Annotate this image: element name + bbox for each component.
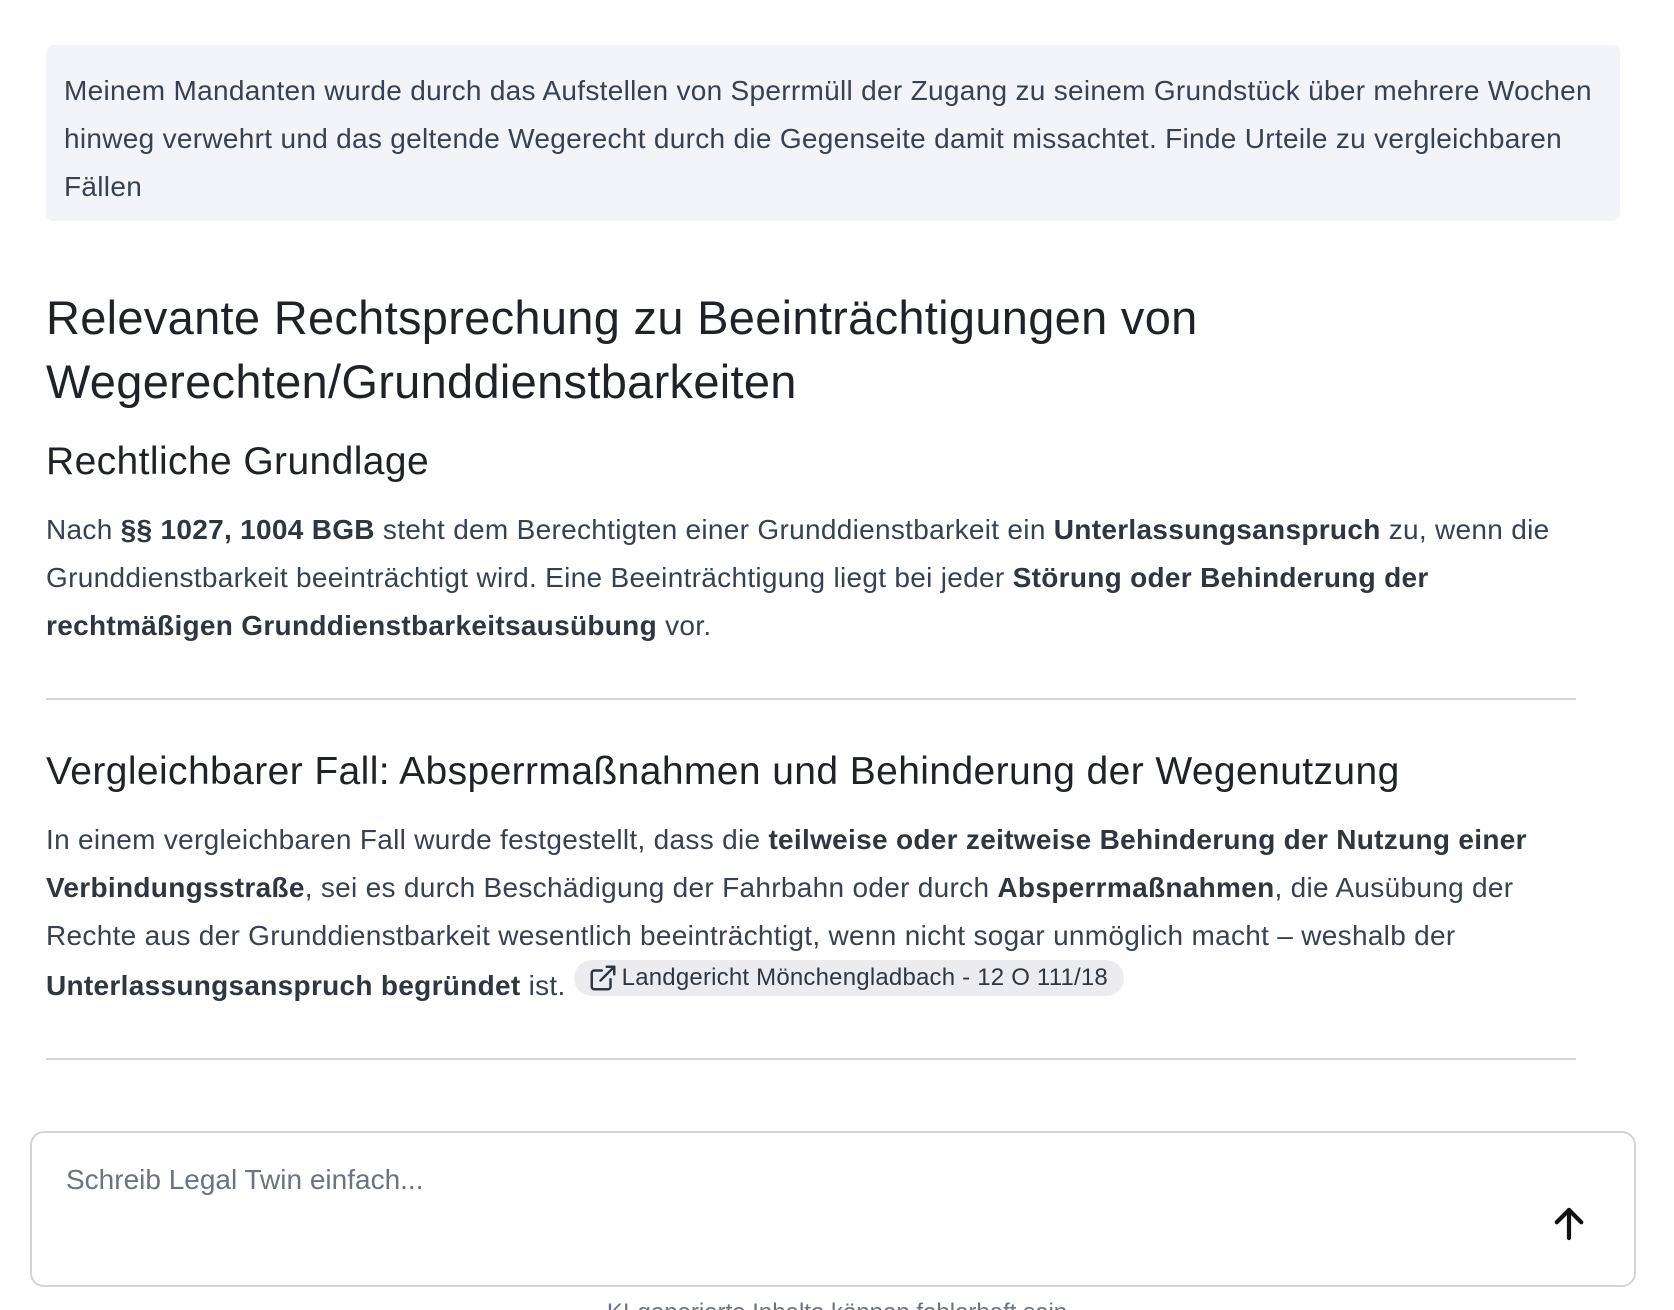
- paragraph-text: vor.: [656, 610, 712, 641]
- message-composer: [30, 1131, 1636, 1287]
- section-divider: [46, 698, 1576, 700]
- message-input[interactable]: [64, 1155, 1468, 1205]
- answer-title: Relevante Rechtsprechung zu Beeinträchti…: [46, 291, 1198, 408]
- section-paragraph-rechtliche-grundlage: Nach §§ 1027, 1004 BGB steht dem Berecht…: [46, 506, 1576, 650]
- paragraph-text: , sei es durch Beschädigung der Fahrbahn…: [304, 872, 998, 903]
- chat-page: Meinem Mandanten wurde durch das Aufstel…: [0, 0, 1674, 1310]
- paragraph-text: Nach: [46, 514, 121, 545]
- assistant-answer: Relevante Rechtsprechung zu Beeinträchti…: [46, 286, 1576, 1060]
- citation-label: Landgericht Mönchengladbach - 12 O 111/1…: [621, 964, 1108, 991]
- paragraph-text: steht dem Berechtigten einer Grunddienst…: [374, 514, 1054, 545]
- external-link-icon: [590, 965, 616, 991]
- paragraph-bold-text: Unterlassungsanspruch begründet: [46, 970, 521, 1001]
- paragraph-text: In einem vergleichbaren Fall wurde festg…: [46, 824, 769, 855]
- paragraph-bold-text: Absperrmaßnahmen: [997, 872, 1275, 903]
- section-heading-rechtliche-grundlage: Rechtliche Grundlage: [46, 440, 430, 483]
- paragraph-bold-text: §§ 1027, 1004 BGB: [120, 514, 375, 545]
- send-button[interactable]: [1540, 1195, 1598, 1253]
- arrow-up-icon: [1554, 1207, 1584, 1241]
- user-message-text: Meinem Mandanten wurde durch das Aufstel…: [64, 75, 1592, 202]
- user-message-bubble: Meinem Mandanten wurde durch das Aufstel…: [46, 45, 1620, 221]
- paragraph-bold-text: Unterlassungsanspruch: [1053, 514, 1381, 545]
- section-paragraph-vergleichbarer-fall: In einem vergleichbaren Fall wurde festg…: [46, 816, 1576, 1010]
- ai-disclaimer: KI-generierte Inhalte können fehlerhaft …: [0, 1296, 1674, 1310]
- citation-chip-lg-moenchengladbach[interactable]: Landgericht Mönchengladbach - 12 O 111/1…: [573, 960, 1124, 996]
- section-heading-vergleichbarer-fall: Vergleichbarer Fall: Absperrmaßnahmen un…: [46, 750, 1400, 793]
- paragraph-text: ist.: [520, 970, 566, 1001]
- section-divider: [46, 1058, 1576, 1060]
